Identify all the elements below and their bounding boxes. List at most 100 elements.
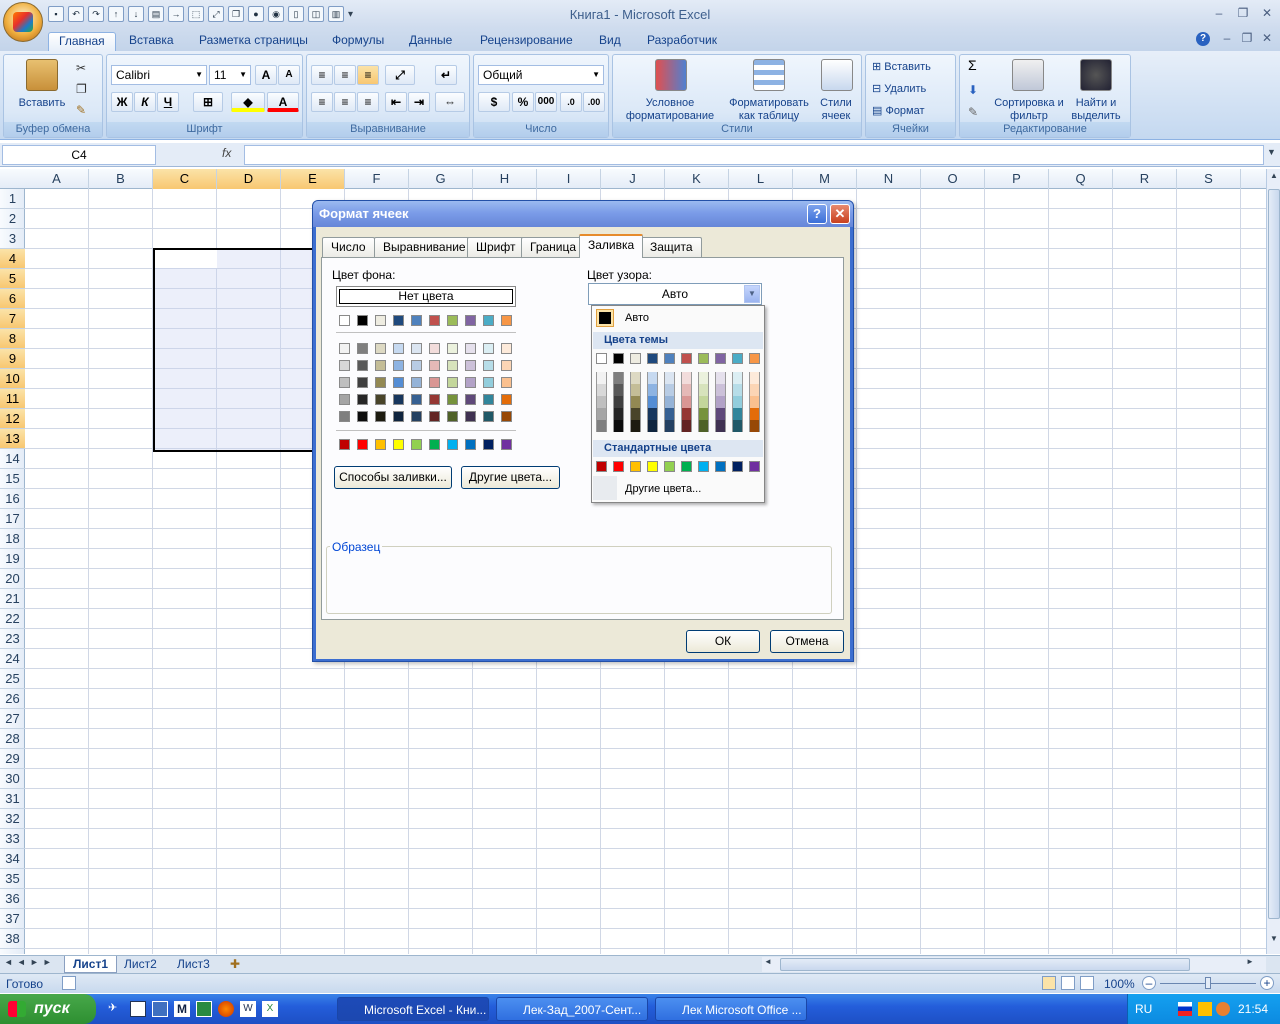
scroll-up-icon[interactable]: ▲: [1268, 171, 1280, 187]
pattern-color-swatch[interactable]: [698, 408, 709, 420]
row-header-15[interactable]: 15: [0, 469, 25, 489]
find-select-icon[interactable]: [1080, 59, 1112, 91]
task-excel[interactable]: Microsoft Excel - Кни...: [337, 997, 489, 1021]
bg-color-swatch[interactable]: [339, 411, 350, 422]
scroll-down-icon[interactable]: ▼: [1268, 934, 1280, 950]
row-header-1[interactable]: 1: [0, 189, 25, 209]
pattern-color-swatch[interactable]: [749, 353, 760, 364]
bg-color-swatch[interactable]: [429, 360, 440, 371]
bg-color-swatch[interactable]: [465, 377, 476, 388]
row-header-2[interactable]: 2: [0, 209, 25, 229]
format-as-table-icon[interactable]: [753, 59, 785, 91]
arrow-icon[interactable]: →: [168, 6, 184, 22]
pattern-color-swatch[interactable]: [732, 372, 743, 384]
column-header-i[interactable]: I: [537, 169, 601, 189]
firefox-icon[interactable]: [218, 1001, 234, 1017]
pattern-color-swatch[interactable]: [749, 396, 760, 408]
pattern-color-swatch[interactable]: [630, 384, 641, 396]
scroll-right-icon[interactable]: ►: [1246, 957, 1254, 966]
auto-color-label[interactable]: Авто: [625, 312, 649, 324]
cell-styles-icon[interactable]: [821, 59, 853, 91]
sheet-tab-2[interactable]: Лист2: [116, 956, 165, 973]
align-left-icon[interactable]: ≡: [311, 92, 333, 112]
pattern-color-swatch[interactable]: [681, 372, 692, 384]
bg-color-swatch[interactable]: [501, 377, 512, 388]
normal-view-icon[interactable]: [1042, 976, 1056, 990]
expand-formula-icon[interactable]: ▼: [1267, 147, 1276, 157]
pattern-color-swatch[interactable]: [613, 353, 624, 364]
bg-color-swatch[interactable]: [357, 343, 368, 354]
thousands-button[interactable]: 000: [535, 92, 557, 112]
bg-color-swatch[interactable]: [483, 377, 494, 388]
pattern-color-swatch[interactable]: [630, 372, 641, 384]
format-as-table-button[interactable]: Форматировать как таблицу: [723, 97, 815, 123]
macro-record-icon[interactable]: [62, 976, 76, 990]
delete-cells-button[interactable]: ⊟ Удалить: [872, 83, 926, 96]
zoom-in-icon[interactable]: +: [1260, 976, 1274, 990]
pattern-color-swatch[interactable]: [664, 408, 675, 420]
undo-icon[interactable]: ↶: [68, 6, 84, 22]
bg-color-swatch[interactable]: [429, 394, 440, 405]
decrease-decimal-icon[interactable]: .00: [583, 92, 605, 112]
bg-color-swatch[interactable]: [357, 411, 368, 422]
bg-color-swatch[interactable]: [483, 343, 494, 354]
row-header-17[interactable]: 17: [0, 509, 25, 529]
row-header-25[interactable]: 25: [0, 669, 25, 689]
form-icon[interactable]: ▤: [148, 6, 164, 22]
quicklaunch-icon-5[interactable]: [196, 1001, 212, 1017]
insert-function-button[interactable]: fx: [222, 146, 242, 160]
save-icon[interactable]: ▪: [48, 6, 64, 22]
tab-developer[interactable]: Разработчик: [637, 32, 727, 51]
pattern-color-swatch[interactable]: [715, 372, 726, 384]
row-header-22[interactable]: 22: [0, 609, 25, 629]
pattern-color-swatch[interactable]: [681, 461, 692, 472]
orientation-icon[interactable]: ⤢: [385, 65, 415, 85]
column-header-l[interactable]: L: [729, 169, 793, 189]
pattern-color-swatch[interactable]: [596, 461, 607, 472]
pattern-color-swatch[interactable]: [681, 396, 692, 408]
increase-decimal-icon[interactable]: .0: [560, 92, 582, 112]
row-header-4[interactable]: 4: [0, 249, 25, 269]
align-middle-icon[interactable]: ≡: [334, 65, 356, 85]
pattern-color-swatch[interactable]: [664, 420, 675, 432]
bg-color-swatch[interactable]: [465, 439, 476, 450]
bg-color-swatch[interactable]: [375, 439, 386, 450]
paste-icon[interactable]: [26, 59, 58, 91]
row-header-34[interactable]: 34: [0, 849, 25, 869]
bg-color-swatch[interactable]: [447, 360, 458, 371]
row-header-35[interactable]: 35: [0, 869, 25, 889]
conditional-format-icon[interactable]: [655, 59, 687, 91]
tab-formulas[interactable]: Формулы: [322, 32, 394, 51]
horizontal-scrollbar[interactable]: ◄ ►: [762, 957, 1266, 972]
pattern-color-swatch[interactable]: [749, 420, 760, 432]
row-header-31[interactable]: 31: [0, 789, 25, 809]
quicklaunch-m-icon[interactable]: M: [174, 1001, 190, 1017]
pattern-color-swatch[interactable]: [698, 420, 709, 432]
bg-color-swatch[interactable]: [375, 360, 386, 371]
horizontal-scroll-thumb[interactable]: [780, 958, 1190, 971]
column-header-k[interactable]: K: [665, 169, 729, 189]
percent-button[interactable]: %: [512, 92, 534, 112]
pattern-color-swatch[interactable]: [681, 353, 692, 364]
fill-effects-button[interactable]: Способы заливки...: [334, 466, 452, 489]
doc-minimize-icon[interactable]: –: [1218, 31, 1236, 45]
pattern-color-swatch[interactable]: [647, 461, 658, 472]
format-painter-icon[interactable]: ✎: [76, 103, 86, 117]
bg-color-swatch[interactable]: [357, 360, 368, 371]
help-icon[interactable]: ?: [1196, 32, 1210, 46]
bg-color-swatch[interactable]: [339, 439, 350, 450]
bg-color-swatch[interactable]: [411, 343, 422, 354]
office-button[interactable]: [3, 2, 43, 42]
insert-cells-button[interactable]: ⊞ Вставить: [872, 61, 931, 74]
row-header-20[interactable]: 20: [0, 569, 25, 589]
font-name-select[interactable]: Calibri ▼: [111, 65, 207, 85]
row-header-24[interactable]: 24: [0, 649, 25, 669]
quicklaunch-icon-3[interactable]: [152, 1001, 168, 1017]
bg-color-swatch[interactable]: [447, 315, 458, 326]
copy-icon[interactable]: ❐: [228, 6, 244, 22]
task-doc-1[interactable]: Лек-Зад_2007-Сент...: [496, 997, 648, 1021]
sort-filter-icon[interactable]: [1012, 59, 1044, 91]
pattern-color-swatch[interactable]: [715, 408, 726, 420]
pattern-color-swatch[interactable]: [664, 372, 675, 384]
bold-button[interactable]: Ж: [111, 92, 133, 112]
